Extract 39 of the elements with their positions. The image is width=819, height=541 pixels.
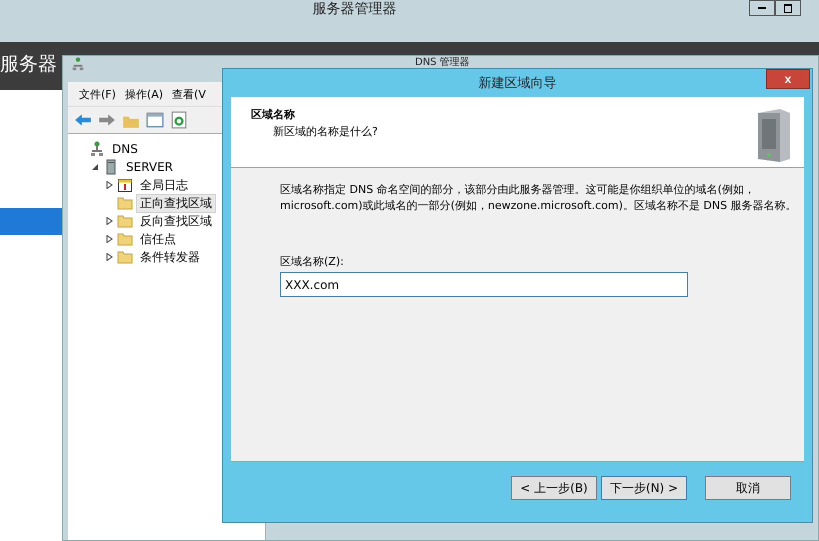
folder-icon [117,249,133,265]
window-title: DNS 管理器 [415,57,470,68]
subheading: 新区域的名称是什么? [272,124,378,139]
dialog-button[interactable]: 取消 [705,476,791,500]
tree-item[interactable]: DNS [108,141,142,157]
dialog-button[interactable]: 下一步(N) > [601,476,687,500]
tree-item[interactable]: 反向查找区域 [136,212,216,230]
expand-arrow-icon[interactable] [106,181,112,189]
folder-icon [117,195,133,211]
collapse-arrow-icon[interactable] [92,163,98,171]
dialog-button[interactable]: < 上一步(B) [511,476,597,500]
network-icon [89,141,105,157]
description-text: 区域名称指定 DNS 命名空间的部分，该部分由此服务器管理。这可能是你组织单位的域名(例如，microsoft.com)或此域名的一部分(例如，newzone.microsoft.com)。区域名称不是 DNS 服务器名称。 [280,182,798,214]
network-icon [71,57,85,71]
log-icon [117,177,133,193]
folder-icon [117,213,133,229]
menu-item[interactable]: 查看(V [172,86,206,102]
tree-item[interactable]: 正向查找区域 [136,194,216,212]
breadcrumb-text: 服务器 [0,52,57,77]
refresh-icon [170,111,188,129]
tree-item[interactable]: 信任点 [136,230,180,248]
close-button[interactable]: x [766,69,810,89]
panel-icon [146,111,164,129]
tree-item[interactable]: 全局日志 [136,176,192,194]
folder-icon [117,231,133,247]
zone-name-field[interactable]: XXX.com [280,272,688,297]
expand-arrow-icon[interactable] [106,217,112,225]
menu-item[interactable]: 文件(F) [79,86,116,102]
maximize-button[interactable] [775,0,801,16]
minimize-button[interactable] [749,0,775,16]
heading: 区域名称 [251,107,296,122]
expand-arrow-icon[interactable] [106,253,112,261]
tree-item[interactable]: SERVER [122,159,178,175]
window-title: 服务器管理器 [312,0,396,18]
field-label: 区域名称(Z): [280,254,345,269]
dialog-title: 新建区域向导 [478,75,556,92]
tree-item[interactable]: 条件转发器 [136,248,204,266]
menu-item[interactable]: 操作(A) [124,86,164,102]
expand-arrow-icon[interactable] [106,235,112,243]
